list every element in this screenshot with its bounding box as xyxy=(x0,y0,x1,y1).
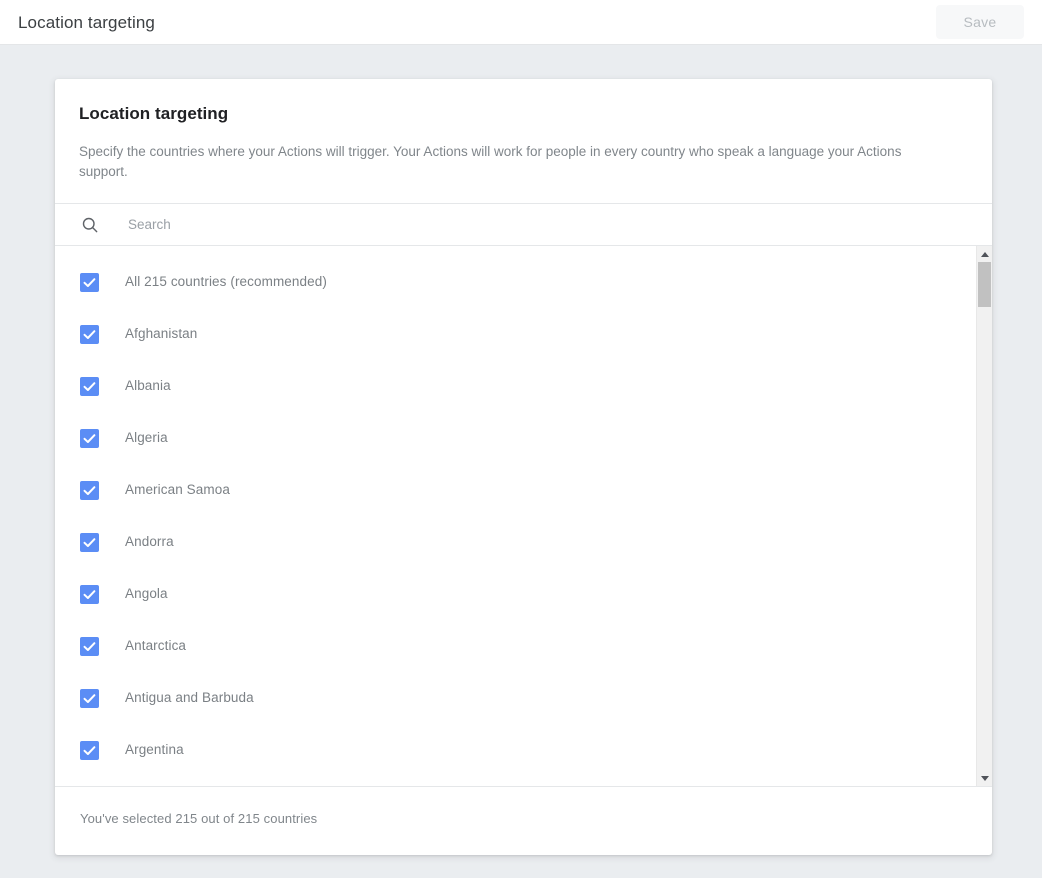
country-checkbox[interactable] xyxy=(80,377,99,396)
location-targeting-card: Location targeting Specify the countries… xyxy=(55,79,992,855)
list-item[interactable]: Afghanistan xyxy=(55,308,975,360)
country-label: Afghanistan xyxy=(125,327,197,341)
country-label: Albania xyxy=(125,379,171,393)
list-item[interactable]: Andorra xyxy=(55,516,975,568)
list-item[interactable]: American Samoa xyxy=(55,464,975,516)
list-item[interactable]: Antarctica xyxy=(55,620,975,672)
selection-status: You've selected 215 out of 215 countries xyxy=(80,811,317,826)
check-icon xyxy=(81,742,98,759)
chevron-up-icon xyxy=(981,252,989,257)
scrollbar-thumb[interactable] xyxy=(978,262,991,307)
country-list: All 215 countries (recommended) Afghanist… xyxy=(55,246,975,786)
search-row[interactable] xyxy=(55,203,992,246)
scroll-up-button[interactable] xyxy=(977,246,992,262)
country-label: American Samoa xyxy=(125,483,230,497)
country-checkbox[interactable] xyxy=(80,585,99,604)
card-header: Location targeting Specify the countries… xyxy=(55,79,992,182)
list-item[interactable]: Algeria xyxy=(55,412,975,464)
check-icon xyxy=(81,690,98,707)
search-input[interactable] xyxy=(126,204,992,245)
country-label: Algeria xyxy=(125,431,168,445)
check-icon xyxy=(81,378,98,395)
country-label: All 215 countries (recommended) xyxy=(125,275,327,289)
check-icon xyxy=(81,274,98,291)
app-bar: Location targeting Save xyxy=(0,0,1042,45)
search-icon xyxy=(80,215,100,235)
check-icon xyxy=(81,482,98,499)
card-footer: You've selected 215 out of 215 countries xyxy=(55,786,992,849)
country-label: Antarctica xyxy=(125,639,186,653)
country-label: Angola xyxy=(125,587,168,601)
country-checkbox[interactable] xyxy=(80,273,99,292)
country-checkbox[interactable] xyxy=(80,533,99,552)
country-checkbox[interactable] xyxy=(80,637,99,656)
list-item[interactable]: Antigua and Barbuda xyxy=(55,672,975,724)
card-description: Specify the countries where your Actions… xyxy=(79,142,949,182)
check-icon xyxy=(81,638,98,655)
country-checkbox[interactable] xyxy=(80,481,99,500)
country-label: Antigua and Barbuda xyxy=(125,691,254,705)
check-icon xyxy=(81,430,98,447)
check-icon xyxy=(81,586,98,603)
check-icon xyxy=(81,534,98,551)
country-list-container: All 215 countries (recommended) Afghanist… xyxy=(55,246,992,786)
list-item[interactable]: All 215 countries (recommended) xyxy=(55,256,975,308)
card-title: Location targeting xyxy=(79,104,968,124)
page-title: Location targeting xyxy=(18,14,155,31)
list-scrollbar[interactable] xyxy=(976,246,992,786)
chevron-down-icon xyxy=(981,776,989,781)
scroll-down-button[interactable] xyxy=(977,770,992,786)
country-label: Andorra xyxy=(125,535,174,549)
list-item[interactable]: Angola xyxy=(55,568,975,620)
list-item[interactable]: Albania xyxy=(55,360,975,412)
save-button[interactable]: Save xyxy=(936,5,1024,39)
list-item[interactable]: Argentina xyxy=(55,724,975,776)
country-checkbox[interactable] xyxy=(80,689,99,708)
country-label: Argentina xyxy=(125,743,184,757)
country-checkbox[interactable] xyxy=(80,741,99,760)
country-checkbox[interactable] xyxy=(80,325,99,344)
country-checkbox[interactable] xyxy=(80,429,99,448)
list-item[interactable]: Armenia xyxy=(55,776,975,786)
check-icon xyxy=(81,326,98,343)
